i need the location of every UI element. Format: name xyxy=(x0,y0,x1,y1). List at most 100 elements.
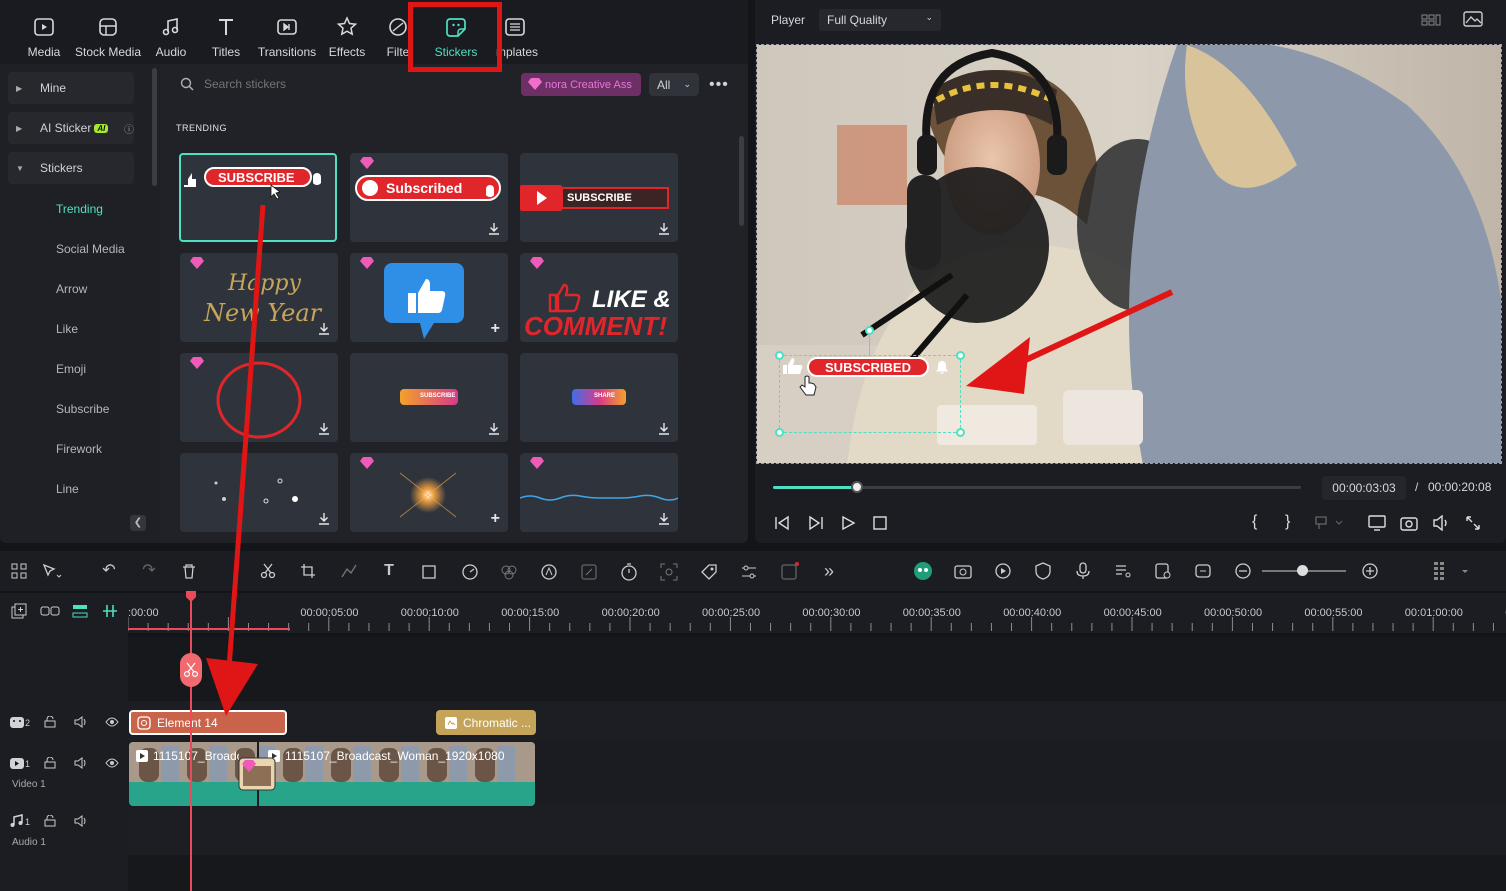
timer-icon[interactable] xyxy=(620,563,638,581)
track-height-icon[interactable] xyxy=(72,603,88,619)
magnet-snap-icon[interactable] xyxy=(101,603,119,619)
speed-icon[interactable] xyxy=(461,563,479,581)
play-icon[interactable] xyxy=(840,515,856,531)
filter-dropdown[interactable]: All ⌄ xyxy=(649,73,699,96)
subscribed-sticker[interactable]: SUBSCRIBED xyxy=(807,357,929,377)
undo-icon[interactable]: ↶ xyxy=(100,562,118,580)
resize-handle[interactable] xyxy=(775,428,784,437)
sidebar-scrollbar[interactable] xyxy=(152,68,157,186)
resize-handle[interactable] xyxy=(956,351,965,360)
resize-handle[interactable] xyxy=(956,428,965,437)
collapse-sidebar-button[interactable]: ❮ xyxy=(130,515,146,531)
sticker-lens-flare-thumb[interactable]: + xyxy=(350,453,508,532)
tab-effects[interactable]: Effects xyxy=(326,0,368,64)
layout-icon[interactable] xyxy=(11,563,27,579)
transition-icon[interactable] xyxy=(237,756,277,792)
ai-tool-icon[interactable] xyxy=(540,563,558,581)
ai-text-icon[interactable] xyxy=(780,561,800,581)
speaker-icon[interactable] xyxy=(74,815,88,827)
playhead[interactable] xyxy=(190,591,192,891)
sidebar-item-subscribe[interactable]: Subscribe xyxy=(56,402,109,416)
chromatic-clip[interactable]: Chromatic ... xyxy=(436,710,536,735)
tab-transitions[interactable]: Transitions xyxy=(256,0,318,64)
microphone-icon[interactable] xyxy=(1074,562,1092,580)
sidebar-item-emoji[interactable]: Emoji xyxy=(56,362,86,376)
volume-icon[interactable] xyxy=(1432,515,1450,531)
zoom-in-icon[interactable] xyxy=(1361,562,1379,580)
color-icon[interactable] xyxy=(500,563,518,581)
creative-assets-button[interactable]: nora Creative Ass xyxy=(521,73,641,96)
sticker-share-thumb[interactable]: SHARE xyxy=(520,353,678,442)
download-icon[interactable] xyxy=(488,222,500,236)
prev-frame-icon[interactable] xyxy=(774,515,790,531)
redo-icon[interactable]: ↷ xyxy=(140,562,158,580)
sidebar-item-social-media[interactable]: Social Media xyxy=(56,242,125,256)
playback-icon[interactable] xyxy=(994,562,1012,580)
stop-icon[interactable] xyxy=(872,515,888,531)
sticker-like-bubble-thumb[interactable]: + xyxy=(350,253,508,342)
add-track-icon[interactable] xyxy=(11,603,27,619)
sidebar-item-arrow[interactable]: Arrow xyxy=(56,282,87,296)
grid-view-icon[interactable] xyxy=(1421,12,1441,28)
shield-icon[interactable] xyxy=(1034,562,1052,580)
snap-icon[interactable] xyxy=(1154,562,1172,580)
category-ai-sticker[interactable]: ▶ AI Sticker AI ⓘ xyxy=(8,112,134,144)
crop-icon[interactable] xyxy=(300,563,316,579)
fullscreen-icon[interactable] xyxy=(1465,515,1481,531)
shape-icon[interactable] xyxy=(422,563,440,579)
seek-bar[interactable] xyxy=(773,481,1301,493)
sticker-tag-icon[interactable] xyxy=(700,563,718,581)
marker-icon[interactable] xyxy=(1314,515,1344,531)
download-icon[interactable] xyxy=(658,512,670,526)
mark-in-icon[interactable]: { xyxy=(1252,513,1257,531)
link-icon[interactable] xyxy=(1194,562,1212,580)
text-tool-icon[interactable]: T xyxy=(380,562,398,580)
help-icon[interactable]: ⓘ xyxy=(124,121,134,136)
sidebar-item-like[interactable]: Like xyxy=(56,322,78,336)
element-14-clip[interactable]: Element 14 xyxy=(129,710,287,735)
lock-icon[interactable] xyxy=(44,757,56,769)
sidebar-item-firework[interactable]: Firework xyxy=(56,442,102,456)
eye-icon[interactable] xyxy=(105,717,119,727)
next-frame-icon[interactable] xyxy=(808,515,824,531)
tab-templates[interactable]: mplates xyxy=(496,0,546,64)
zoom-out-icon[interactable] xyxy=(1234,562,1252,580)
download-icon[interactable] xyxy=(488,422,500,436)
grid-menu-icon[interactable] xyxy=(1432,560,1472,582)
download-icon[interactable] xyxy=(658,222,670,236)
split-scissors-icon[interactable] xyxy=(260,563,276,579)
sticker-small-subscribe-thumb[interactable]: SUBSCRIBE xyxy=(350,353,508,442)
sticker-wave-line-thumb[interactable] xyxy=(520,453,678,532)
download-icon[interactable] xyxy=(318,422,330,436)
tab-titles[interactable]: Titles xyxy=(206,0,246,64)
snapshot-image-icon[interactable] xyxy=(1463,11,1483,27)
motion-tracking-icon[interactable] xyxy=(660,563,678,581)
sidebar-item-trending[interactable]: Trending xyxy=(56,202,103,216)
sticker-like-comment-thumb[interactable]: LIKE & COMMENT! xyxy=(520,253,678,342)
sticker-subscribe-thumb[interactable]: SUBSCRIBE xyxy=(179,153,337,242)
speaker-icon[interactable] xyxy=(74,757,88,769)
category-stickers[interactable]: ▼ Stickers xyxy=(8,152,134,184)
add-icon[interactable]: + xyxy=(491,510,500,528)
add-icon[interactable]: + xyxy=(491,320,500,338)
display-icon[interactable] xyxy=(1368,515,1386,531)
search-input[interactable] xyxy=(204,77,484,91)
split-playhead-button[interactable] xyxy=(180,653,202,687)
sticker-subscribed-thumb[interactable]: Subscribed xyxy=(350,153,508,242)
sidebar-item-line[interactable]: Line xyxy=(56,482,79,496)
sticker-sparkles-thumb[interactable] xyxy=(180,453,338,532)
sticker-subscribe-youtube-thumb[interactable]: SUBSCRIBE xyxy=(520,153,678,242)
render-icon[interactable] xyxy=(953,562,973,580)
sticker-grid-scrollbar[interactable] xyxy=(739,136,744,226)
delete-icon[interactable] xyxy=(181,563,197,579)
tab-audio[interactable]: Audio xyxy=(150,0,192,64)
quality-dropdown[interactable]: Full Quality ⌄ xyxy=(819,9,941,31)
eye-icon[interactable] xyxy=(105,758,119,768)
lock-icon[interactable] xyxy=(44,815,56,827)
camera-icon[interactable] xyxy=(1400,515,1418,531)
lock-icon[interactable] xyxy=(44,716,56,728)
more-options-icon[interactable]: ••• xyxy=(709,76,729,94)
speaker-icon[interactable] xyxy=(74,716,88,728)
more-tools-icon[interactable]: » xyxy=(820,562,838,580)
download-icon[interactable] xyxy=(318,512,330,526)
